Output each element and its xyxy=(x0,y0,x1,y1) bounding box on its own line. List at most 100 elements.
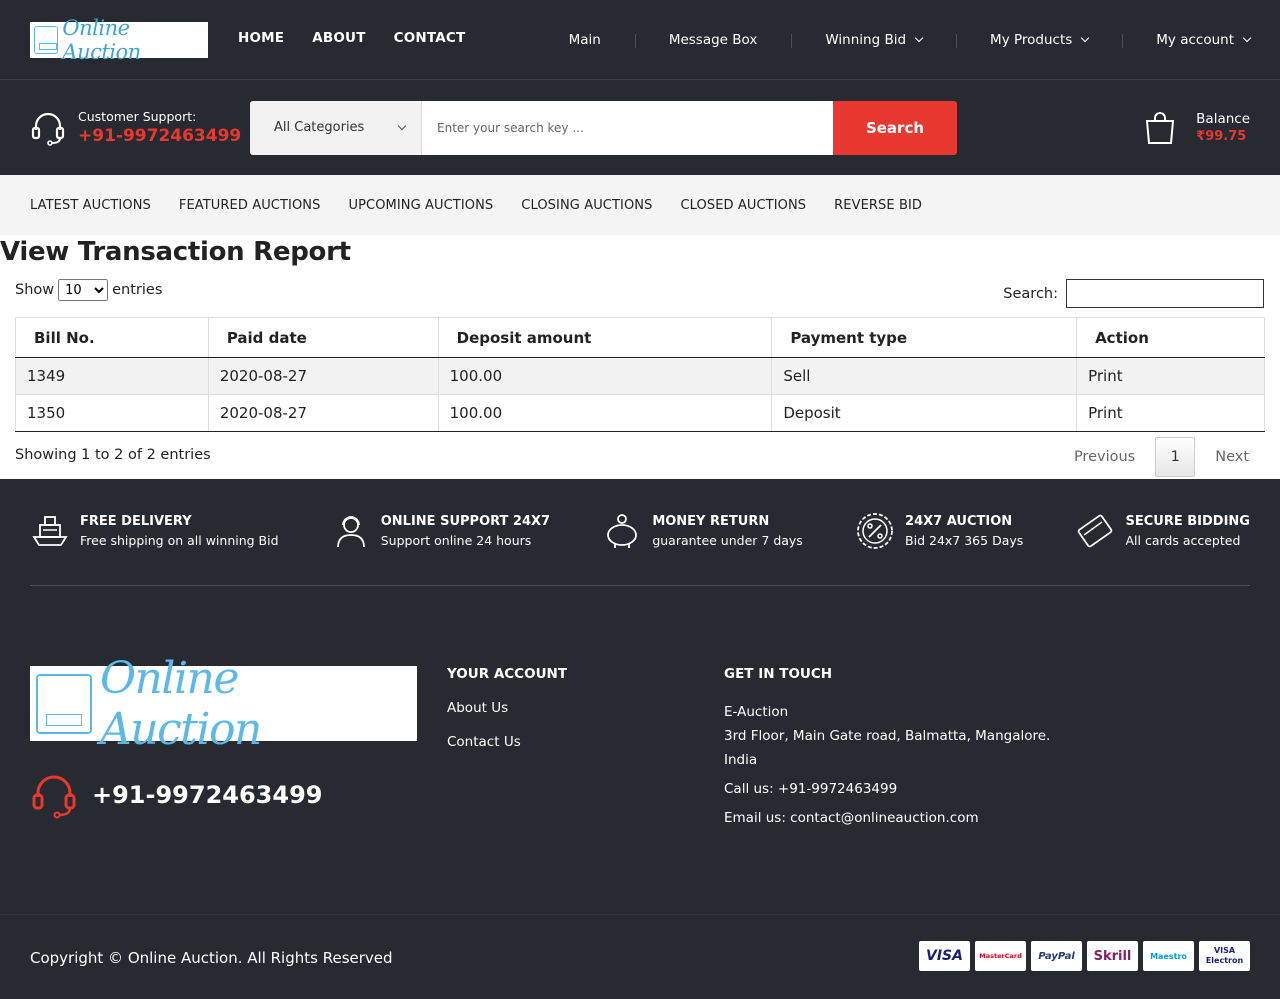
footer-company: E-Auction xyxy=(724,704,789,720)
catnav-latest-auctions[interactable]: LATEST AUCTIONS xyxy=(30,198,151,213)
footer-phone[interactable]: +91-9972463499 xyxy=(30,771,322,819)
account-nav: Main Message Box Winning Bid My Products… xyxy=(535,32,1252,48)
logo-text: Online Auction xyxy=(62,15,141,64)
top-bar: Online Auction HOME ABOUT CONTACT Main M… xyxy=(0,0,1280,80)
cell-paid-date: 2020-08-27 xyxy=(207,394,439,432)
pagination-page[interactable]: 1 xyxy=(1155,437,1196,477)
chevron-down-icon xyxy=(397,121,407,130)
footer-call[interactable]: Call us: +91-9972463499 xyxy=(724,777,1050,801)
customer-support: Customer Support: +91-9972463499 xyxy=(30,109,250,146)
footer-link-contact[interactable]: Contact Us xyxy=(447,734,567,750)
catnav-featured-auctions[interactable]: FEATURED AUCTIONS xyxy=(179,198,321,213)
nav-my-products[interactable]: My Products xyxy=(956,32,1122,48)
support-agent-icon xyxy=(336,516,365,548)
print-link[interactable]: Print xyxy=(1076,357,1265,395)
support-label: Customer Support: xyxy=(78,109,197,124)
pagination: Previous 1 Next xyxy=(1058,437,1265,477)
nav-contact[interactable]: CONTACT xyxy=(394,30,466,46)
print-link[interactable]: Print xyxy=(1076,394,1265,432)
nav-about[interactable]: ABOUT xyxy=(312,30,365,46)
col-bill-no[interactable]: Bill No. xyxy=(15,317,209,358)
feature-24x7-auction: 24X7 AUCTION Bid 24x7 365 Days xyxy=(855,511,1023,551)
site-header: Online Auction HOME ABOUT CONTACT Main M… xyxy=(0,0,1280,175)
cell-deposit-amount: 100.00 xyxy=(437,394,773,432)
footer-address-line: 3rd Floor, Main Gate road, Balmatta, Man… xyxy=(724,728,1051,744)
balance-amount: ₹99.75 xyxy=(1196,129,1247,144)
col-payment-type[interactable]: Payment type xyxy=(771,317,1078,358)
feature-money-return: MONEY RETURN guarantee under 7 days xyxy=(602,511,803,551)
catnav-closed-auctions[interactable]: CLOSED AUCTIONS xyxy=(680,198,806,213)
footer-touch-title: GET IN TOUCH xyxy=(724,666,833,682)
search-form: All Categories Search xyxy=(250,100,957,155)
footer-account-title: YOUR ACCOUNT xyxy=(447,666,568,682)
nav-my-account[interactable]: My account xyxy=(1122,32,1252,48)
chevron-down-icon xyxy=(1081,33,1090,42)
feature-strip: FREE DELIVERY Free shipping on all winnin… xyxy=(30,511,1250,551)
footer-account-links: YOUR ACCOUNT About Us Contact Us xyxy=(447,666,567,768)
transaction-report: View Transaction Report Show 10 entries … xyxy=(0,235,1280,479)
cell-bill-no: 1350 xyxy=(15,394,209,432)
col-action[interactable]: Action xyxy=(1076,317,1265,358)
main-nav: HOME ABOUT CONTACT xyxy=(238,30,465,46)
catnav-upcoming-auctions[interactable]: UPCOMING AUCTIONS xyxy=(348,198,493,213)
footer-contact-info: GET IN TOUCH E-Auction 3rd Floor, Main G… xyxy=(724,666,1050,830)
search-input[interactable] xyxy=(422,100,833,155)
feature-free-delivery: FREE DELIVERY Free shipping on all winnin… xyxy=(30,511,279,551)
visa-logo: VISA xyxy=(919,941,970,971)
footer-address-country: India xyxy=(724,752,758,768)
nav-home[interactable]: HOME xyxy=(238,30,284,46)
table-row: 1350 2020-08-27 100.00 Deposit Print xyxy=(15,394,1265,432)
search-button[interactable]: Search xyxy=(833,100,957,155)
chevron-down-icon xyxy=(914,33,924,42)
cell-paid-date: 2020-08-27 xyxy=(207,357,439,395)
nav-message-box[interactable]: Message Box xyxy=(634,32,792,48)
col-deposit-amount[interactable]: Deposit amount xyxy=(437,317,773,358)
page-title: View Transaction Report xyxy=(0,237,351,267)
table-info: Showing 1 to 2 of 2 entries xyxy=(15,447,211,463)
ship-icon xyxy=(32,516,68,546)
catnav-reverse-bid[interactable]: REVERSE BID xyxy=(834,198,922,213)
site-footer: FREE DELIVERY Free shipping on all winnin… xyxy=(0,479,1280,999)
table-search: Search: xyxy=(1003,279,1264,308)
headset-icon xyxy=(32,775,76,819)
footer-link-about[interactable]: About Us xyxy=(447,700,567,716)
search-bar-row: Customer Support: +91-9972463499 All Cat… xyxy=(0,80,1280,175)
piggy-bank-icon xyxy=(607,514,638,548)
footer-bottom-divider xyxy=(0,914,1280,915)
gavel-computer-icon xyxy=(36,673,92,734)
headset-icon xyxy=(31,112,65,146)
site-logo[interactable]: Online Auction xyxy=(30,16,208,64)
credit-card-icon xyxy=(1078,514,1113,548)
footer-email[interactable]: Email us: contact@onlineauction.com xyxy=(724,806,1050,830)
gavel-computer-icon xyxy=(34,25,59,54)
pagination-next[interactable]: Next xyxy=(1199,437,1265,477)
entries-select[interactable]: 10 xyxy=(58,279,109,301)
support-phone[interactable]: +91-9972463499 xyxy=(78,126,241,146)
cell-deposit-amount: 100.00 xyxy=(437,357,773,395)
shopping-bag-icon xyxy=(1146,111,1175,144)
entries-length: Show 10 entries xyxy=(15,279,162,301)
transactions-table: Bill No. Paid date Deposit amount Paymen… xyxy=(15,317,1265,432)
paypal-logo: PayPal xyxy=(1031,941,1082,971)
visa-electron-logo: VISA Electron xyxy=(1199,941,1250,971)
table-row: 1349 2020-08-27 100.00 Sell Print xyxy=(15,357,1265,395)
pagination-previous[interactable]: Previous xyxy=(1058,437,1151,477)
col-paid-date[interactable]: Paid date xyxy=(207,317,439,358)
footer-logo-text: Online Auction xyxy=(99,652,262,755)
category-nav: LATEST AUCTIONS FEATURED AUCTIONS UPCOMI… xyxy=(0,175,1280,235)
maestro-logo: Maestro xyxy=(1143,941,1194,971)
chevron-down-icon xyxy=(1242,33,1252,42)
category-select[interactable]: All Categories xyxy=(250,100,422,155)
feature-secure-bidding: SECURE BIDDING All cards accepted xyxy=(1075,511,1250,551)
nav-winning-bid[interactable]: Winning Bid xyxy=(791,32,956,48)
cell-payment-type: Deposit xyxy=(771,394,1078,432)
table-header-row: Bill No. Paid date Deposit amount Paymen… xyxy=(15,317,1265,358)
table-search-input[interactable] xyxy=(1066,279,1264,308)
catnav-closing-auctions[interactable]: CLOSING AUCTIONS xyxy=(521,198,652,213)
mastercard-logo: MasterCard xyxy=(975,941,1026,971)
footer-logo[interactable]: Online Auction xyxy=(30,653,417,755)
nav-main[interactable]: Main xyxy=(535,32,635,48)
balance[interactable]: Balance ₹99.75 xyxy=(1144,111,1250,145)
cell-bill-no: 1349 xyxy=(15,357,209,395)
footer-divider xyxy=(30,585,1250,586)
